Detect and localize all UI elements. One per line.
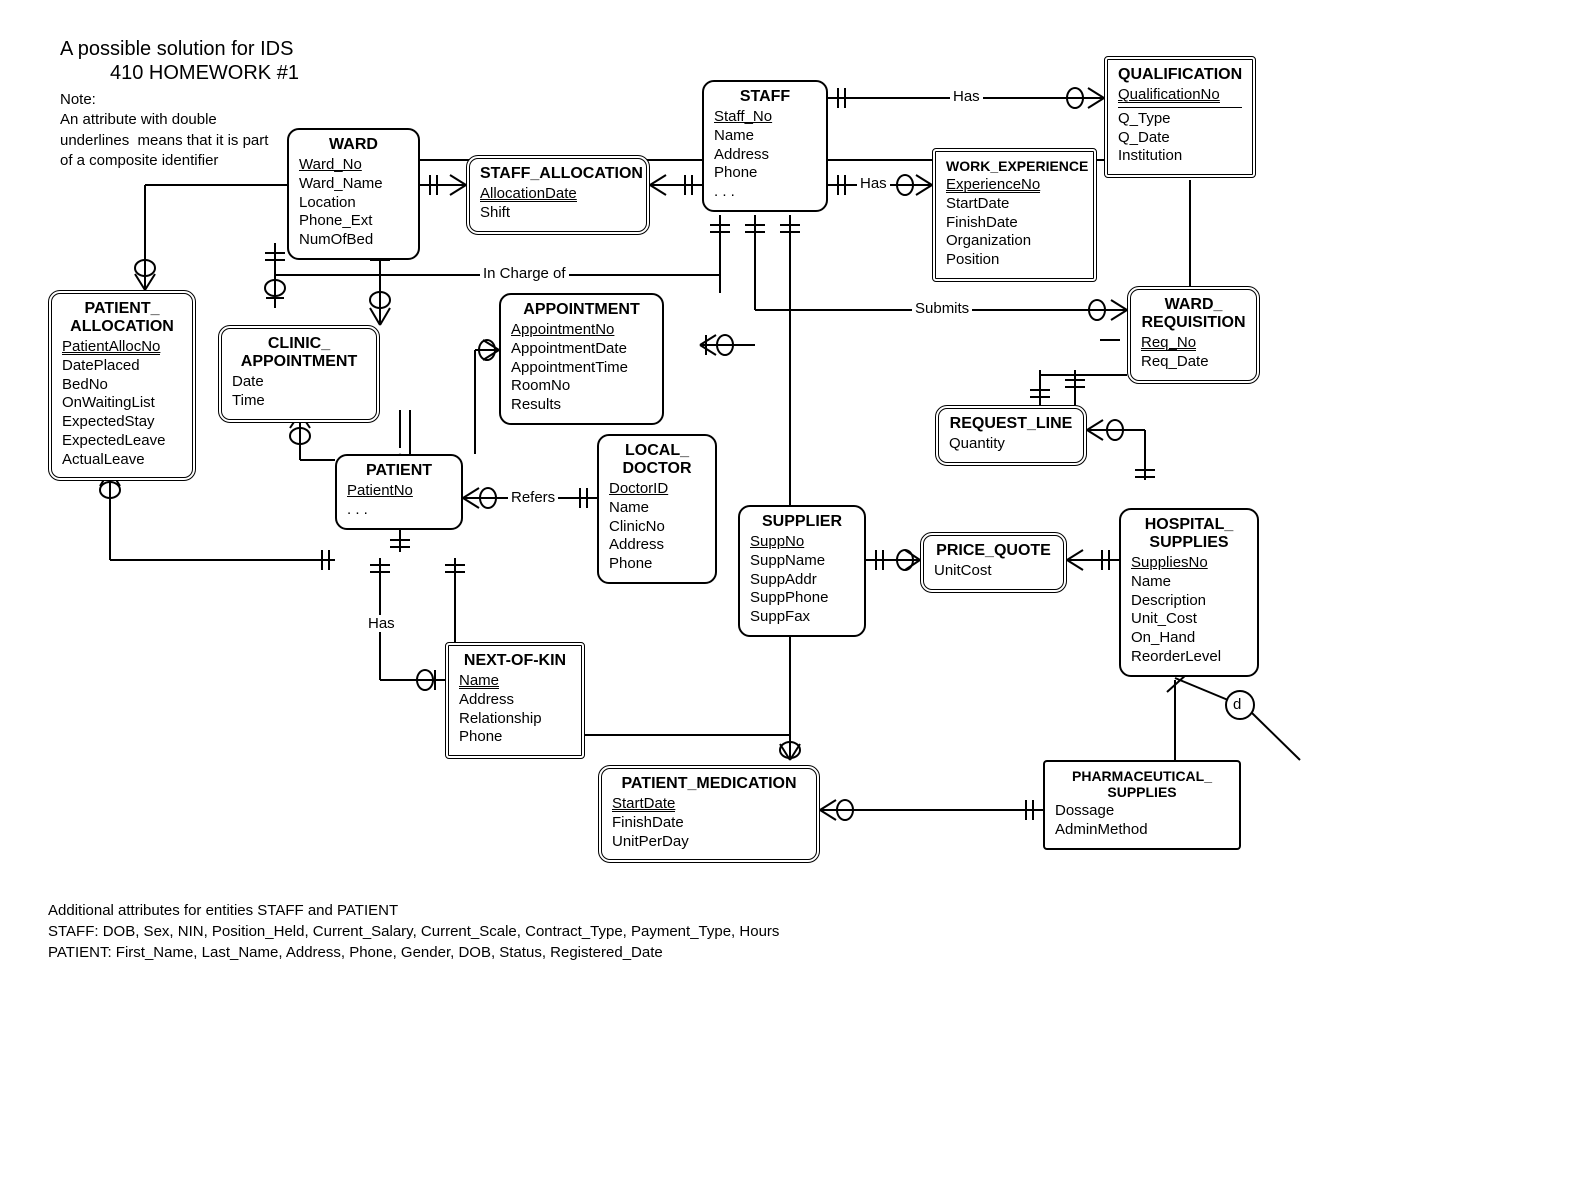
entity-name: QUALIFICATION xyxy=(1118,66,1242,84)
entity-name: WARD_ REQUISITION xyxy=(1141,296,1246,332)
entity-name: WARD xyxy=(299,136,408,154)
entity-attrs: SuppNoSuppNameSuppAddrSuppPhoneSuppFax xyxy=(750,533,854,627)
title: A possible solution for IDS xyxy=(60,38,293,61)
entity-appointment: APPOINTMENT AppointmentNoAppointmentDate… xyxy=(499,293,664,425)
entity-patient-medication: PATIENT_MEDICATION StartDateFinishDateUn… xyxy=(598,765,820,863)
entity-attrs: UnitCost xyxy=(934,562,1053,581)
entity-attrs: QualificationNoQ_TypeQ_DateInstitution xyxy=(1118,86,1242,166)
entity-clinic-appointment: CLINIC_ APPOINTMENT DateTime xyxy=(218,325,380,423)
entity-name: REQUEST_LINE xyxy=(949,415,1073,433)
entity-attrs: PatientAllocNoDatePlacedBedNoOnWaitingLi… xyxy=(62,338,182,469)
label-has-kin: Has xyxy=(365,615,398,632)
entity-staff: STAFF Staff_NoNameAddressPhone. . . xyxy=(702,80,828,212)
entity-attrs: SuppliesNoNameDescriptionUnit_CostOn_Han… xyxy=(1131,554,1247,667)
entity-next-of-kin: NEXT-OF-KIN NameAddressRelationshipPhone xyxy=(445,642,585,759)
entity-pharmaceutical-supplies: PHARMACEUTICAL_ SUPPLIES DossageAdminMet… xyxy=(1043,760,1241,850)
entity-patient-allocation: PATIENT_ ALLOCATION PatientAllocNoDatePl… xyxy=(48,290,196,481)
entity-price-quote: PRICE_QUOTE UnitCost xyxy=(920,532,1067,593)
entity-name: CLINIC_ APPOINTMENT xyxy=(232,335,366,371)
entity-name: WORK_EXPERIENCE xyxy=(946,158,1083,174)
entity-attrs: NameAddressRelationshipPhone xyxy=(459,672,571,747)
subtitle: 410 HOMEWORK #1 xyxy=(110,62,299,85)
entity-attrs: StartDateFinishDateUnitPerDay xyxy=(612,795,806,851)
label-d: d xyxy=(1233,696,1241,713)
entity-attrs: Quantity xyxy=(949,435,1073,454)
entity-name: STAFF_ALLOCATION xyxy=(480,165,636,183)
label-has-qualification: Has xyxy=(950,88,983,105)
entity-supplier: SUPPLIER SuppNoSuppNameSuppAddrSuppPhone… xyxy=(738,505,866,637)
label-in-charge-of: In Charge of xyxy=(480,265,569,282)
entity-qualification: QUALIFICATION QualificationNoQ_TypeQ_Dat… xyxy=(1104,56,1256,178)
entity-patient: PATIENT PatientNo. . . xyxy=(335,454,463,530)
entity-attrs: DateTime xyxy=(232,373,366,411)
label-submits: Submits xyxy=(912,300,972,317)
footer: Additional attributes for entities STAFF… xyxy=(48,900,779,963)
footer-line3: PATIENT: First_Name, Last_Name, Address,… xyxy=(48,942,779,963)
entity-attrs: ExperienceNoStartDateFinishDateOrganizat… xyxy=(946,176,1083,270)
entity-attrs: Ward_NoWard_NameLocationPhone_ExtNumOfBe… xyxy=(299,156,408,250)
entity-name: PRICE_QUOTE xyxy=(934,542,1053,560)
note-text: Note: An attribute with double underline… xyxy=(60,90,268,171)
entity-name: LOCAL_ DOCTOR xyxy=(609,442,705,478)
entity-work-experience: WORK_EXPERIENCE ExperienceNoStartDateFin… xyxy=(932,148,1097,282)
entity-name: PHARMACEUTICAL_ SUPPLIES xyxy=(1055,768,1229,800)
entity-ward-requisition: WARD_ REQUISITION Req_NoReq_Date xyxy=(1127,286,1260,384)
entity-attrs: AllocationDateShift xyxy=(480,185,636,223)
entity-local-doctor: LOCAL_ DOCTOR DoctorIDNameClinicNoAddres… xyxy=(597,434,717,584)
entity-attrs: Staff_NoNameAddressPhone. . . xyxy=(714,108,816,202)
entity-name: HOSPITAL_ SUPPLIES xyxy=(1131,516,1247,552)
footer-line2: STAFF: DOB, Sex, NIN, Position_Held, Cur… xyxy=(48,921,779,942)
entity-request-line: REQUEST_LINE Quantity xyxy=(935,405,1087,466)
entity-attrs: PatientNo. . . xyxy=(347,482,451,520)
entity-staff-allocation: STAFF_ALLOCATION AllocationDateShift xyxy=(466,155,650,235)
entity-attrs: AppointmentNoAppointmentDateAppointmentT… xyxy=(511,321,652,415)
entity-attrs: DossageAdminMethod xyxy=(1055,802,1229,840)
entity-ward: WARD Ward_NoWard_NameLocationPhone_ExtNu… xyxy=(287,128,420,260)
entity-name: NEXT-OF-KIN xyxy=(459,652,571,670)
entity-name: STAFF xyxy=(714,88,816,106)
entity-attrs: Req_NoReq_Date xyxy=(1141,334,1246,372)
entity-name: PATIENT_ ALLOCATION xyxy=(62,300,182,336)
label-has-experience: Has xyxy=(857,175,890,192)
entity-name: SUPPLIER xyxy=(750,513,854,531)
footer-line1: Additional attributes for entities STAFF… xyxy=(48,900,779,921)
entity-name: APPOINTMENT xyxy=(511,301,652,319)
entity-name: PATIENT xyxy=(347,462,451,480)
entity-attrs: DoctorIDNameClinicNoAddressPhone xyxy=(609,480,705,574)
er-diagram-canvas: A possible solution for IDS 410 HOMEWORK… xyxy=(0,0,1590,1183)
label-refers: Refers xyxy=(508,489,558,506)
entity-hospital-supplies: HOSPITAL_ SUPPLIES SuppliesNoNameDescrip… xyxy=(1119,508,1259,677)
entity-name: PATIENT_MEDICATION xyxy=(612,775,806,793)
